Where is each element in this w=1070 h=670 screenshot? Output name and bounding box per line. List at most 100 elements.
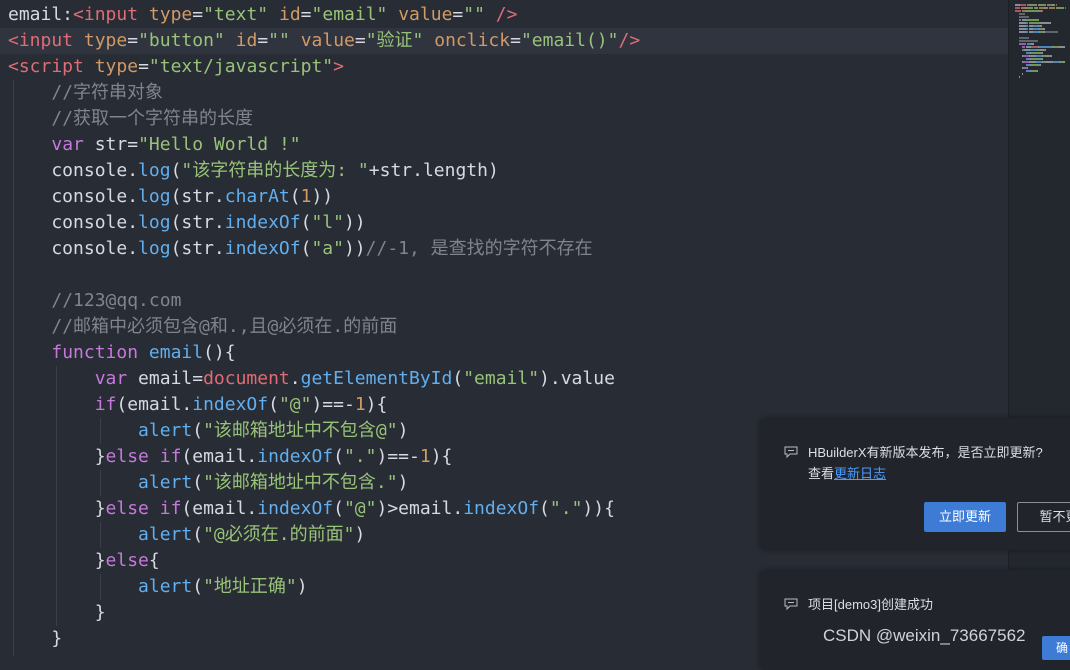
code-token: 1 bbox=[300, 186, 312, 207]
changelog-link[interactable]: 更新日志 bbox=[834, 466, 886, 481]
code-token: = bbox=[354, 30, 366, 51]
code-token: var bbox=[51, 134, 84, 155]
code-line[interactable]: }else if(email.indexOf("@")>email.indexO… bbox=[8, 496, 615, 522]
code-token: //邮箱中必须包含@和.,且@必须在.的前面 bbox=[51, 316, 398, 337]
minimap-line bbox=[1026, 10, 1042, 12]
minimap[interactable] bbox=[1008, 0, 1070, 656]
code-token: . bbox=[289, 368, 301, 389]
code-token: "" bbox=[463, 4, 485, 25]
minimap-line bbox=[1062, 61, 1065, 63]
view-prefix: 查看 bbox=[808, 466, 835, 481]
code-token: ( bbox=[192, 576, 204, 597]
code-line[interactable]: console.log("该字符串的长度为: "+str.length) bbox=[8, 158, 498, 184]
code-token: ( bbox=[452, 368, 464, 389]
minimap-line bbox=[1040, 64, 1042, 66]
code-token: ){ bbox=[430, 446, 453, 467]
code-line[interactable]: var str="Hello World !" bbox=[8, 132, 300, 158]
code-line[interactable]: if(email.indexOf("@")==-1){ bbox=[8, 392, 388, 418]
update-now-button[interactable]: 立即更新 bbox=[924, 502, 1006, 532]
code-token: getElementById bbox=[300, 368, 453, 389]
code-token: console. bbox=[8, 212, 139, 233]
code-line[interactable]: console.log(str.indexOf("l")) bbox=[8, 210, 365, 236]
minimap-line bbox=[1015, 10, 1022, 12]
code-token: 1 bbox=[354, 394, 366, 415]
code-line[interactable]: alert("该邮箱地址中不包含.") bbox=[8, 470, 408, 496]
code-token: } bbox=[8, 628, 63, 649]
code-token: ) bbox=[296, 576, 308, 597]
code-line[interactable]: function email(){ bbox=[8, 340, 235, 366]
code-line[interactable]: //123@qq.com bbox=[8, 288, 181, 314]
code-token: indexOf bbox=[192, 394, 269, 415]
minimap-line bbox=[1055, 4, 1058, 6]
code-token: "l" bbox=[311, 212, 344, 233]
code-token: alert bbox=[138, 524, 193, 545]
code-token: value bbox=[300, 30, 355, 51]
code-token: "@必须在.的前面" bbox=[203, 524, 355, 545]
project-created-message: 项目[demo3]创建成功 bbox=[808, 597, 933, 612]
code-token: (str. bbox=[170, 186, 225, 207]
code-line[interactable]: } bbox=[8, 600, 106, 626]
code-token: console. bbox=[8, 238, 139, 259]
minimap-line bbox=[1036, 7, 1039, 9]
minimap-line bbox=[1025, 7, 1033, 9]
code-token: console. bbox=[8, 186, 139, 207]
code-editor[interactable]: email:<input type="text" id="email" valu… bbox=[0, 0, 1008, 656]
minimap-line bbox=[1042, 52, 1043, 54]
code-line[interactable]: console.log(str.indexOf("a"))//-1, 是查找的字… bbox=[8, 236, 592, 262]
minimap-line bbox=[1018, 25, 1026, 27]
code-line[interactable]: //获取一个字符串的长度 bbox=[8, 106, 253, 132]
code-token: value bbox=[398, 4, 453, 25]
code-token: = bbox=[192, 4, 204, 25]
code-line[interactable]: alert("该邮箱地址中不包含@") bbox=[8, 418, 408, 444]
code-token: 1 bbox=[419, 446, 431, 467]
minimap-line bbox=[1018, 19, 1022, 21]
code-token: alert bbox=[138, 576, 193, 597]
code-line[interactable]: }else{ bbox=[8, 548, 160, 574]
code-token: else if bbox=[105, 446, 182, 467]
code-token: ( bbox=[192, 420, 204, 441]
code-token: "." bbox=[343, 446, 377, 467]
code-token: "." bbox=[549, 498, 583, 519]
code-line[interactable]: }else if(email.indexOf(".")==-1){ bbox=[8, 444, 453, 470]
minimap-line bbox=[1025, 19, 1040, 21]
code-line[interactable]: <script type="text/javascript"> bbox=[8, 54, 344, 80]
code-line[interactable]: //邮箱中必须包含@和.,且@必须在.的前面 bbox=[8, 314, 397, 340]
code-token: (str. bbox=[170, 238, 225, 259]
code-line[interactable]: var email=document.getElementById("email… bbox=[8, 366, 615, 392]
code-line[interactable]: email:<input type="text" id="email" valu… bbox=[8, 2, 517, 28]
code-line[interactable]: console.log(str.charAt(1)) bbox=[8, 184, 333, 210]
code-token: email= bbox=[127, 368, 204, 389]
code-token: "email" bbox=[311, 4, 388, 25]
minimap-line bbox=[1018, 31, 1026, 33]
minimap-line bbox=[1031, 43, 1034, 45]
code-line[interactable]: alert("地址正确") bbox=[8, 574, 308, 600]
minimap-line bbox=[1042, 58, 1043, 60]
code-line[interactable]: <input type="button" id="" value="验证" on… bbox=[8, 28, 640, 54]
code-token: alert bbox=[138, 472, 193, 493]
confirm-button[interactable]: 确 bbox=[1042, 636, 1070, 660]
code-token: (email. bbox=[181, 446, 258, 467]
code-token: "@" bbox=[278, 394, 312, 415]
minimap-line bbox=[1026, 67, 1028, 69]
minimap-line bbox=[1064, 7, 1065, 9]
code-token: ( bbox=[192, 524, 204, 545]
minimap-line bbox=[1042, 10, 1043, 12]
code-line[interactable]: //字符串对象 bbox=[8, 80, 163, 106]
code-line[interactable]: alert("@必须在.的前面") bbox=[8, 522, 365, 548]
code-token: log bbox=[138, 160, 171, 181]
code-token: //123@qq.com bbox=[51, 290, 182, 311]
code-line[interactable]: } bbox=[8, 626, 62, 652]
minimap-line bbox=[1018, 40, 1039, 42]
later-button[interactable]: 暂不更 bbox=[1017, 502, 1070, 532]
update-message: HBuilderX有新版本发布，是否立即更新? bbox=[808, 445, 1043, 460]
code-token: } bbox=[8, 602, 106, 623]
minimap-line bbox=[1050, 55, 1052, 57]
code-token: ( bbox=[333, 446, 344, 467]
code-token: > bbox=[333, 56, 344, 77]
